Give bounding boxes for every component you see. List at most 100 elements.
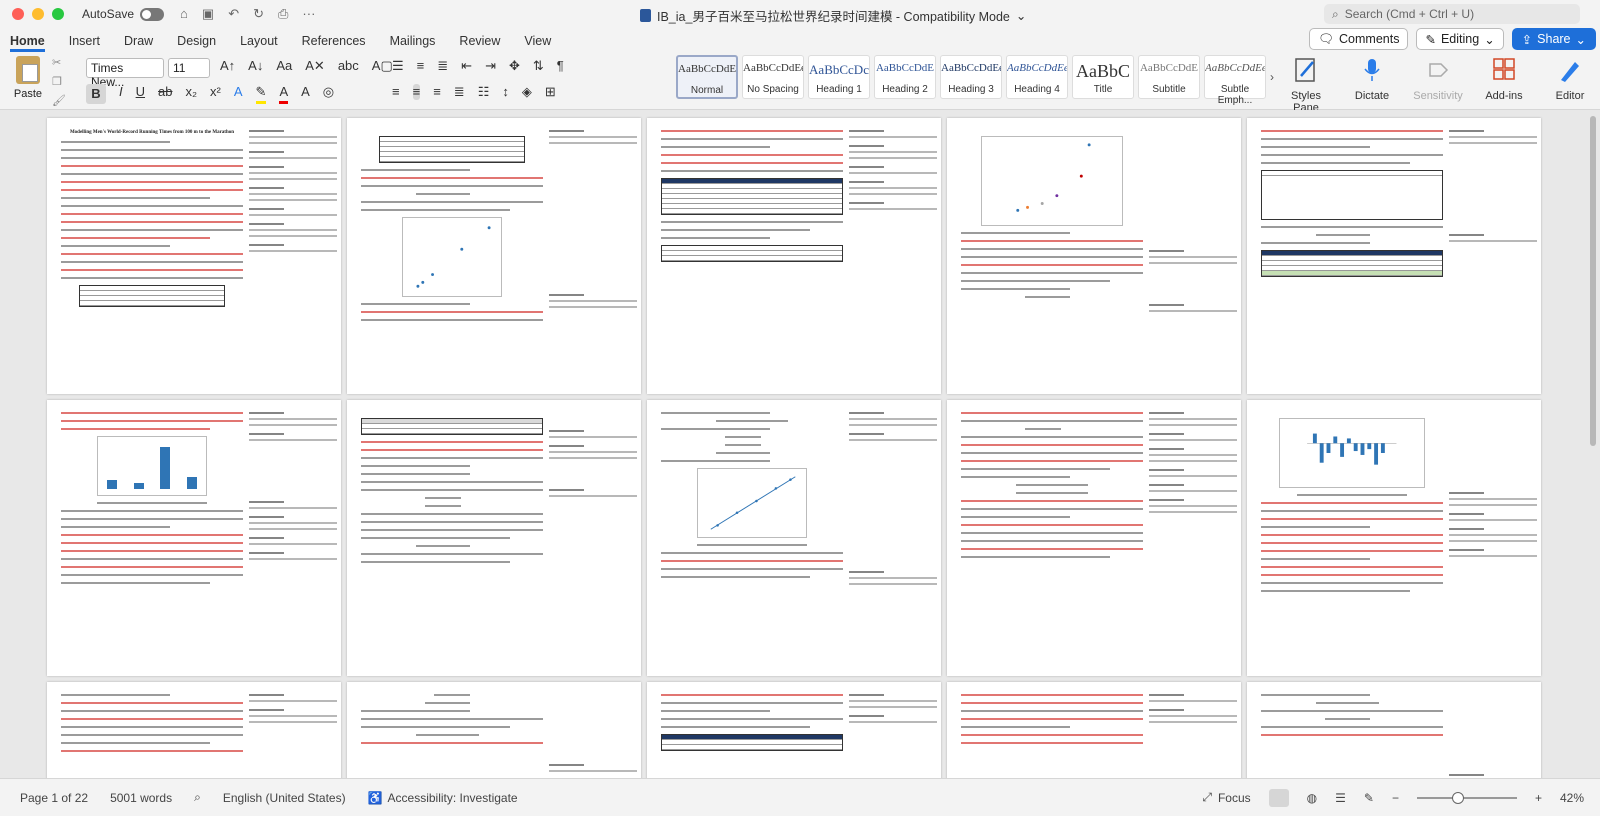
zoom-out-button[interactable]: −	[1392, 791, 1399, 805]
language-indicator[interactable]: English (United States)	[223, 791, 346, 805]
justify-icon[interactable]: ≣	[454, 84, 465, 100]
style-subtitle[interactable]: AaBbCcDdE Subtitle	[1138, 55, 1200, 99]
style-heading-1[interactable]: AaBbCcDc Heading 1	[808, 55, 870, 99]
italic-button[interactable]: I	[119, 84, 123, 104]
highlight-icon[interactable]: ✎	[255, 84, 267, 104]
borders-icon[interactable]: ⊞	[545, 84, 556, 100]
page-10[interactable]	[1247, 400, 1541, 676]
text-effects-icon[interactable]: A	[234, 84, 243, 104]
page-15[interactable]	[1247, 682, 1541, 778]
line-spacing-icon[interactable]: ↕	[502, 84, 509, 100]
print-layout-view-button[interactable]	[1268, 788, 1289, 807]
maximize-window-button[interactable]	[52, 8, 64, 20]
editor-button[interactable]: Editor	[1544, 56, 1596, 114]
align-right-icon[interactable]: ≡	[433, 84, 441, 100]
editing-mode-button[interactable]: ✎ Editing ⌄	[1416, 28, 1504, 50]
search-box[interactable]: ⌕ Search (Cmd + Ctrl + U)	[1324, 4, 1580, 24]
document-canvas[interactable]: Modelling Men's World-Record Running Tim…	[0, 110, 1600, 778]
align-center-icon[interactable]: ≡	[412, 84, 421, 100]
vertical-scrollbar[interactable]	[1590, 116, 1596, 446]
print-icon[interactable]: ⎙	[278, 6, 288, 22]
multilevel-list-icon[interactable]: ≣	[437, 58, 448, 74]
page-8[interactable]	[647, 400, 941, 676]
add-ins-button[interactable]: Add-ins	[1478, 56, 1530, 114]
proofing-icon[interactable]: ⌕	[194, 790, 201, 805]
undo-icon[interactable]: ↶	[228, 6, 239, 22]
tab-view[interactable]: View	[524, 34, 551, 52]
more-icon[interactable]: ···	[302, 6, 315, 22]
page-4[interactable]	[947, 118, 1241, 394]
page-3[interactable]	[647, 118, 941, 394]
align-left-icon[interactable]: ≡	[392, 84, 400, 100]
strikethrough-button[interactable]: ab	[158, 84, 172, 104]
page-7[interactable]	[347, 400, 641, 676]
tab-review[interactable]: Review	[459, 34, 500, 52]
shading-icon[interactable]: A	[301, 84, 310, 104]
style-heading-2[interactable]: AaBbCcDdE Heading 2	[874, 55, 936, 99]
subscript-button[interactable]: x₂	[185, 84, 197, 104]
home-icon[interactable]: ⌂	[180, 6, 188, 22]
font-size-select[interactable]: 11	[168, 58, 210, 78]
style-subtle-emphasis[interactable]: AaBbCcDdEe Subtle Emph...	[1204, 55, 1266, 106]
text-box-icon[interactable]: A▢	[372, 58, 393, 74]
style-normal[interactable]: AaBbCcDdEe Normal	[676, 55, 738, 99]
minimize-window-button[interactable]	[32, 8, 44, 20]
zoom-level[interactable]: 42%	[1560, 791, 1584, 805]
page-14[interactable]	[947, 682, 1241, 778]
page-indicator[interactable]: Page 1 of 22	[20, 791, 88, 805]
tab-layout[interactable]: Layout	[240, 34, 278, 52]
page-5[interactable]	[1247, 118, 1541, 394]
redo-icon[interactable]: ↻	[253, 6, 264, 22]
page-6[interactable]	[47, 400, 341, 676]
dictate-button[interactable]: Dictate	[1346, 56, 1398, 114]
bold-button[interactable]: B	[86, 84, 106, 104]
comments-button[interactable]: 🗨 Comments	[1309, 28, 1409, 50]
style-heading-4[interactable]: AaBbCcDdEe Heading 4	[1006, 55, 1068, 99]
page-1[interactable]: Modelling Men's World-Record Running Tim…	[47, 118, 341, 394]
clear-formatting-icon[interactable]: A✕	[305, 58, 325, 74]
tab-home[interactable]: Home	[10, 34, 45, 52]
word-count[interactable]: 5001 words	[110, 791, 172, 805]
tab-references[interactable]: References	[302, 34, 366, 52]
decrease-indent-icon[interactable]: ⇤	[461, 58, 472, 74]
close-window-button[interactable]	[12, 8, 24, 20]
styles-pane-button[interactable]: Styles Pane	[1280, 56, 1332, 114]
font-color-icon[interactable]: A	[279, 84, 289, 104]
page-12[interactable]	[347, 682, 641, 778]
underline-button[interactable]: U	[136, 84, 145, 104]
tab-design[interactable]: Design	[177, 34, 216, 52]
page-13[interactable]	[647, 682, 941, 778]
tab-insert[interactable]: Insert	[69, 34, 100, 52]
style-title[interactable]: AaBbC Title	[1072, 55, 1134, 99]
copy-icon[interactable]: ❐	[52, 75, 66, 88]
document-title[interactable]: IB_ia_男子百米至马拉松世界纪录时间建模 - Compatibility M…	[640, 6, 1026, 25]
paragraph-shading-icon[interactable]: ◈	[522, 84, 532, 100]
accessibility-checker[interactable]: ♿ Accessibility: Investigate	[368, 791, 518, 805]
styles-more-icon[interactable]: ›	[1270, 70, 1274, 84]
sort-icon[interactable]: ⇅	[533, 58, 544, 74]
paragraph-marks-icon[interactable]: ¶	[557, 58, 564, 74]
style-no-spacing[interactable]: AaBbCcDdEe No Spacing	[742, 55, 804, 99]
zoom-slider-thumb[interactable]	[1451, 791, 1464, 804]
draft-view-icon[interactable]: ✎	[1364, 791, 1374, 805]
web-layout-icon[interactable]: ◍	[1307, 791, 1317, 805]
cut-icon[interactable]: ✂	[52, 56, 66, 69]
save-icon[interactable]: ▣	[202, 6, 214, 22]
shrink-font-icon[interactable]: A↓	[248, 58, 263, 74]
character-border-icon[interactable]: ◎	[323, 84, 334, 104]
focus-mode-button[interactable]: ⤢ Focus	[1202, 790, 1250, 805]
asian-layout-icon[interactable]: ✥	[509, 58, 520, 74]
bullets-icon[interactable]: ☰	[392, 58, 404, 74]
page-2[interactable]	[347, 118, 641, 394]
font-name-select[interactable]: Times New...	[86, 58, 164, 89]
zoom-in-button[interactable]: +	[1535, 791, 1542, 805]
numbering-icon[interactable]: ≡	[417, 58, 425, 74]
format-painter-icon[interactable]: 🖌	[52, 94, 66, 107]
tab-draw[interactable]: Draw	[124, 34, 153, 52]
share-button[interactable]: ⇪ Share ⌄	[1511, 28, 1596, 50]
page-11[interactable]	[47, 682, 341, 778]
change-case-icon[interactable]: Aa	[276, 58, 292, 74]
superscript-button[interactable]: x²	[210, 84, 221, 104]
outline-view-icon[interactable]: ☰	[1335, 791, 1346, 805]
page-9[interactable]	[947, 400, 1241, 676]
